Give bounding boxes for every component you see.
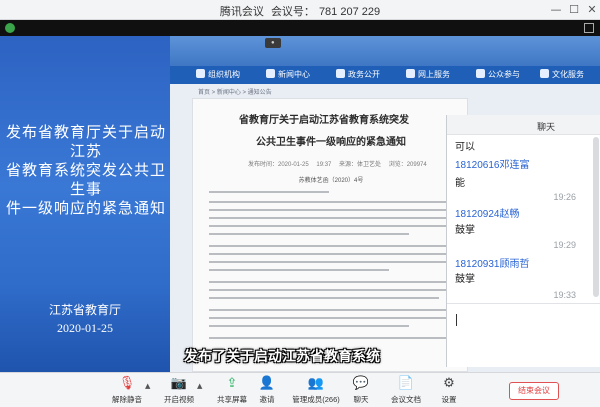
news-icon — [266, 69, 275, 78]
slide-heading-line: 发布省教育厅关于启动江苏 — [6, 125, 167, 160]
article-text-line — [209, 245, 453, 247]
app-name: 腾讯会议 — [219, 6, 264, 18]
chat-label: 聊天 — [353, 395, 369, 404]
nav-item-news: 新闻中心 — [266, 69, 310, 81]
nav-item-public: 公众参与 — [476, 69, 520, 81]
mic-muted-icon: 🎙 — [118, 376, 136, 391]
settings-icon: ⚙ — [443, 376, 455, 391]
maximize-icon[interactable]: ☐ — [566, 2, 582, 18]
article-text-line — [209, 269, 389, 271]
slide-heading: 发布省教育厅关于启动江苏 省教育系统突发公共卫生事 件一级响应的紧急通知 — [6, 124, 166, 219]
webpage-navbar: 组织机构 新闻中心 政务公开 网上服务 公众参与 文化服务 — [170, 66, 600, 84]
nav-item-org: 组织机构 — [196, 69, 240, 81]
end-meeting-button[interactable]: 结束会议 — [509, 382, 559, 400]
org-icon — [196, 69, 205, 78]
nav-item-culture: 文化服务 — [540, 69, 584, 81]
chat-sender-name[interactable]: 18120616邓连富 — [455, 156, 530, 171]
article-text-line — [209, 253, 453, 255]
article-text-line — [209, 325, 409, 327]
gov-icon — [336, 69, 345, 78]
article-text-line — [209, 217, 453, 219]
webpage-banner: ● — [170, 36, 600, 66]
meeting-id-label: 会议号： — [270, 6, 315, 18]
article-text-line — [209, 209, 453, 211]
window-title: 腾讯会议 会议号： 781 207 229 — [0, 3, 600, 19]
chat-timestamp: 19:33 — [553, 290, 576, 300]
article-title-line1: 省教育厅关于启动江苏省教育系统突发 — [239, 115, 409, 126]
title-bar: 腾讯会议 会议号： 781 207 229 — ☐ ✕ — [0, 0, 600, 20]
meeting-info-icon[interactable] — [5, 23, 15, 33]
article-meta: 发布时间：2020-01-25 19:37 来源：体卫艺处 浏览：209974 — [248, 162, 427, 168]
text-cursor — [456, 314, 457, 326]
chat-timestamp: 19:29 — [553, 240, 576, 250]
minimize-icon[interactable]: — — [548, 2, 564, 18]
video-off-icon: 📷 — [170, 376, 188, 391]
meeting-docs-label: 会议文档 — [391, 395, 421, 404]
chat-icon: 💬 — [352, 376, 370, 391]
chat-title: 聊天 — [536, 122, 555, 132]
culture-icon — [540, 69, 549, 78]
share-screen-icon: ⇪ — [226, 376, 238, 391]
chat-message-text: 可以 — [455, 142, 475, 153]
nav-item-service: 网上服务 — [406, 69, 450, 81]
invite-label: 邀请 — [259, 395, 275, 404]
article-text-line — [209, 201, 453, 203]
title-slide: 发布省教育厅关于启动江苏 省教育系统突发公共卫生事 件一级响应的紧急通知 江苏省… — [0, 36, 170, 372]
chat-message-text: 能 — [455, 178, 465, 189]
unmute-label: 解除静音 — [112, 395, 142, 404]
chat-sender-name[interactable]: 18120931顾雨哲 — [455, 255, 530, 270]
article-text-line — [209, 191, 329, 193]
docs-icon: 📄 — [397, 376, 415, 391]
meeting-info-strip — [0, 20, 600, 36]
public-icon — [476, 69, 485, 78]
invite-icon: 👤 — [258, 376, 276, 391]
settings-button[interactable]: ⚙ 设置 — [425, 375, 473, 407]
video-options-caret[interactable]: ▲ — [197, 382, 202, 390]
article-text-line — [209, 309, 453, 311]
nav-item-gov: 政务公开 — [336, 69, 380, 81]
chat-header: 聊天 — [447, 115, 600, 135]
fullscreen-icon[interactable] — [584, 23, 594, 33]
slide-heading-line: 件一级响应的紧急通知 — [6, 201, 167, 217]
chat-sender-name[interactable]: 18120924赵畅 — [455, 205, 520, 220]
meeting-id: 781 207 229 — [318, 6, 381, 18]
slide-date: 2020-01-25 — [57, 321, 113, 335]
article-text-line — [209, 225, 453, 227]
service-icon — [406, 69, 415, 78]
start-video-button[interactable]: 📷 开启视频 — [155, 375, 203, 407]
webpage-breadcrumb: 首页 > 新闻中心 > 通知公告 — [198, 90, 272, 96]
slide-org: 江苏省教育厅 — [48, 303, 121, 317]
article-text-line — [209, 317, 453, 319]
slide-heading-line: 省教育系统突发公共卫生事 — [6, 163, 167, 198]
members-icon: 👥 — [307, 376, 325, 391]
audio-options-caret[interactable]: ▲ — [145, 382, 150, 390]
chat-scrollbar[interactable] — [593, 137, 599, 297]
meeting-docs-button[interactable]: 📄 会议文档 — [382, 375, 430, 407]
chat-input[interactable] — [447, 303, 600, 367]
article-text-line — [209, 297, 439, 299]
subtitle-caption: 发布了关于启动江苏省教育系统 — [184, 348, 380, 364]
chat-panel: 聊天 可以 18120616邓连富 能 19:26 18120924赵畅 鼓掌 … — [446, 115, 600, 367]
article-doc-number: 苏教体艺函（2020）4号 — [298, 178, 364, 184]
chat-timestamp: 19:26 — [553, 192, 576, 202]
article-text-line — [209, 261, 453, 263]
unmute-button[interactable]: 🎙 解除静音 — [103, 375, 151, 407]
start-video-label: 开启视频 — [164, 395, 194, 404]
article-text-line — [209, 233, 409, 235]
close-icon[interactable]: ✕ — [584, 2, 600, 18]
chat-button[interactable]: 💬 聊天 — [337, 375, 385, 407]
article-panel: 省教育厅关于启动江苏省教育系统突发 公共卫生事件一级响应的紧急通知 发布时间：2… — [192, 98, 468, 372]
settings-label: 设置 — [441, 395, 457, 404]
chat-message-text: 鼓掌 — [455, 225, 475, 236]
chat-message-text: 鼓掌 — [455, 274, 475, 285]
article-title-line2: 公共卫生事件一级响应的紧急通知 — [256, 137, 406, 148]
article-text-line — [209, 337, 453, 339]
recording-tag: ● — [265, 38, 281, 48]
article-text-line — [209, 289, 453, 291]
article-text-line — [209, 281, 453, 283]
meeting-toolbar: 🎙 解除静音 ▲ 📷 开启视频 ▲ ⇪ 共享屏幕 👤 邀请 👥 管理成员(266… — [0, 372, 600, 407]
invite-button[interactable]: 👤 邀请 — [243, 375, 291, 407]
